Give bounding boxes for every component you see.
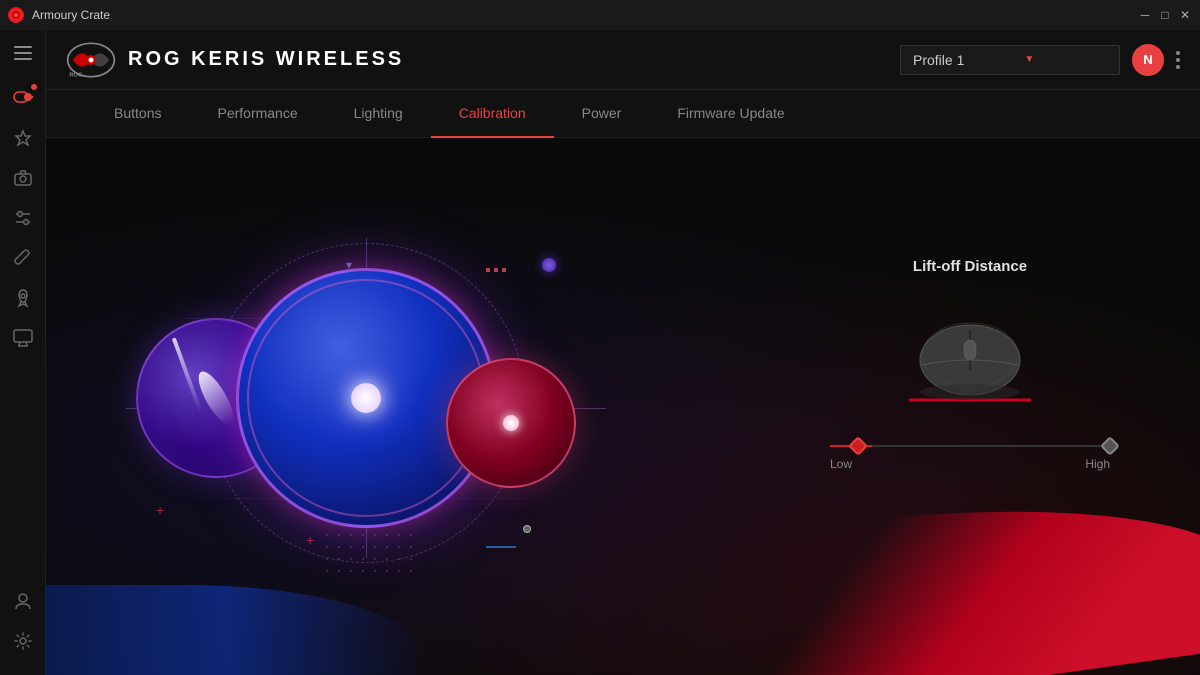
connector-dot (523, 525, 531, 533)
app-icon (8, 7, 24, 23)
slider-label-low: Low (830, 457, 852, 471)
mouse-svg (890, 310, 1050, 420)
dots-indicator (486, 268, 506, 272)
more-dot-1 (1176, 51, 1180, 55)
window-title: Armoury Crate (32, 8, 110, 22)
arrow-down-indicator: ▾ (346, 258, 352, 272)
sidebar-item-aura[interactable] (5, 120, 41, 156)
maximize-button[interactable]: □ (1158, 8, 1172, 22)
sidebar-item-device[interactable] (5, 80, 41, 116)
main-content: ROG ROG KERIS WIRELESS Profile 1 ▼ N (46, 30, 1200, 675)
header-right: Profile 1 ▼ N (900, 44, 1180, 76)
dots-grid (326, 534, 418, 578)
slider-handle-high[interactable] (1100, 436, 1120, 456)
deco-cross-1: + (156, 502, 164, 518)
sidebar-item-user[interactable] (5, 583, 41, 619)
window-controls: ─ □ ✕ (1138, 8, 1192, 22)
sidebar-item-camera[interactable] (5, 160, 41, 196)
slider-label-high: High (1085, 457, 1110, 471)
title-bar: Armoury Crate ─ □ ✕ (0, 0, 1200, 30)
mouse-illustration (880, 315, 1060, 415)
more-dot-2 (1176, 58, 1180, 62)
slider-track[interactable] (830, 445, 1110, 447)
sidebar-bottom (5, 583, 41, 667)
profile-dropdown[interactable]: Profile 1 ▼ (900, 45, 1120, 75)
deco-cross-2: + (306, 532, 314, 548)
sidebar-item-sliders[interactable] (5, 200, 41, 236)
slider-container: Low High (830, 445, 1110, 471)
liftoff-section: Lift-off Distance (820, 258, 1120, 471)
nav-tabs: Buttons Performance Lighting Calibration… (46, 90, 1200, 138)
liftoff-title: Lift-off Distance (820, 258, 1120, 275)
profile-label: Profile 1 (913, 52, 964, 68)
sidebar-menu-button[interactable] (5, 38, 41, 68)
sidebar-item-monitor[interactable] (5, 320, 41, 356)
sidebar (0, 30, 46, 675)
tab-power[interactable]: Power (554, 90, 650, 138)
tab-buttons[interactable]: Buttons (86, 90, 189, 138)
tab-lighting[interactable]: Lighting (326, 90, 431, 138)
calibration-visual: + + ▾ (126, 238, 606, 618)
title-bar-left: Armoury Crate (8, 7, 110, 23)
circle-small-right (446, 358, 576, 488)
purple-dot (542, 258, 556, 272)
tab-calibration[interactable]: Calibration (431, 90, 554, 138)
header: ROG ROG KERIS WIRELESS Profile 1 ▼ N (46, 30, 1200, 90)
deco-line-blue (486, 546, 516, 548)
slider-labels: Low High (830, 457, 1110, 471)
rog-logo: ROG ROG KERIS WIRELESS (66, 40, 404, 80)
tab-firmware[interactable]: Firmware Update (649, 90, 812, 138)
rog-icon: ROG (66, 40, 116, 80)
circles-container: + + ▾ (126, 238, 606, 618)
device-name: ROG KERIS WIRELESS (128, 48, 404, 71)
sidebar-item-settings[interactable] (5, 623, 41, 659)
sidebar-item-rocket[interactable] (5, 280, 41, 316)
app-container: ROG ROG KERIS WIRELESS Profile 1 ▼ N (0, 30, 1200, 675)
dropdown-arrow-icon: ▼ (1024, 54, 1034, 65)
minimize-button[interactable]: ─ (1138, 8, 1152, 22)
notification-button[interactable]: N (1132, 44, 1164, 76)
content-area: + + ▾ (46, 138, 1200, 675)
slider-handle-low[interactable] (848, 436, 868, 456)
tab-performance[interactable]: Performance (189, 90, 325, 138)
sidebar-item-wrench[interactable] (5, 240, 41, 276)
close-button[interactable]: ✕ (1178, 8, 1192, 22)
more-dot-3 (1176, 65, 1180, 69)
more-options-button[interactable] (1176, 51, 1180, 69)
svg-text:ROG: ROG (69, 72, 83, 78)
